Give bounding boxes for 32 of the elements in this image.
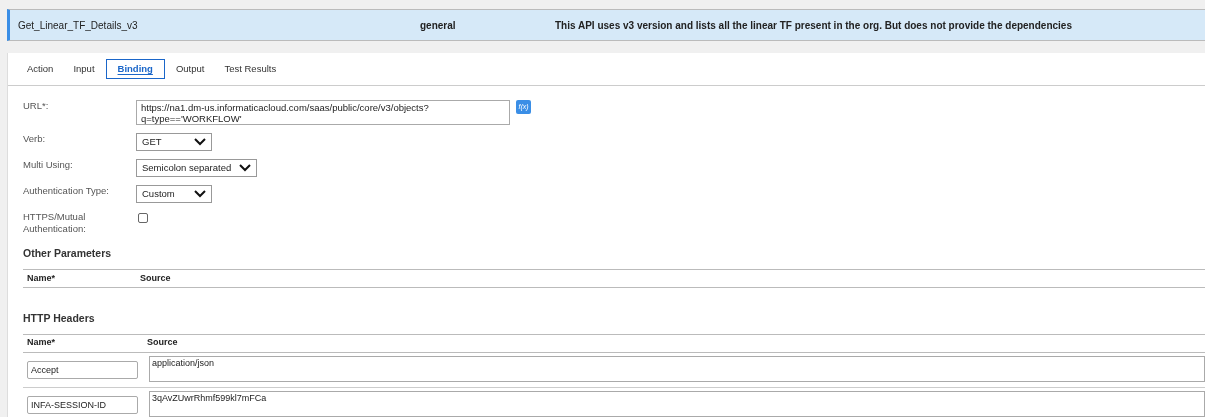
dropdown[interactable]: Custom xyxy=(136,185,212,203)
name-field[interactable]: INFA-SESSION-ID xyxy=(27,395,138,414)
column-header: Name* xyxy=(27,271,56,285)
tab[interactable]: Test Results xyxy=(215,59,286,79)
api-description: This API uses v3 version and lists all the linear TF present in the org. But does not provide the dependencies xyxy=(555,18,1072,33)
tab[interactable]: Input xyxy=(64,59,104,79)
source-field[interactable]: 3qAvZUwrRhmf599kl7mFCa xyxy=(149,390,1205,417)
field-label: Multi Using: xyxy=(23,159,74,171)
chevron-down-icon xyxy=(194,190,206,198)
name-field[interactable]: Accept xyxy=(27,360,138,379)
chevron-down-icon xyxy=(194,138,206,146)
api-row[interactable]: Get_Linear_TF_Details_v3 general This API uses v3 version and lists all the linear TF present in the org. But does not provide the dependencies xyxy=(7,9,1205,41)
column-header: Name* xyxy=(27,336,56,350)
tab[interactable]: Action xyxy=(18,59,63,79)
tab[interactable]: Output xyxy=(166,59,214,79)
chevron-down-icon xyxy=(239,164,252,172)
checkbox[interactable] xyxy=(138,213,148,223)
api-name: Get_Linear_TF_Details_v3 xyxy=(17,18,139,33)
url-field[interactable]: https://na1.dm-us.informaticacloud.com/saas/public/core/v3/objects? q=type=='WORKFLOW' xyxy=(136,100,510,125)
section-title: Other Parameters xyxy=(23,246,113,261)
field-label: Authentication Type: xyxy=(23,185,110,197)
column-header: Source xyxy=(147,336,178,350)
field-label: HTTPS/Mutual Authentication: xyxy=(23,211,87,235)
column-header: Source xyxy=(140,271,171,285)
dropdown[interactable]: GET xyxy=(136,133,212,151)
api-category: general xyxy=(420,18,457,33)
dropdown[interactable]: Semicolon separated xyxy=(136,159,258,177)
section-title: HTTP Headers xyxy=(23,310,96,326)
source-field[interactable]: application/json xyxy=(149,355,1205,382)
field-label: Verb: xyxy=(23,133,47,145)
tab[interactable]: Binding xyxy=(105,59,165,79)
field-label: URL*: xyxy=(23,100,50,112)
